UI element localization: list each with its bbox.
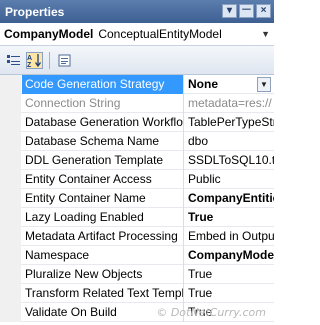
- properties-window-titlebar: Properties ▾ ᅳ ×: [0, 0, 274, 23]
- property-row[interactable]: Entity Container Access Public: [0, 170, 274, 189]
- property-value[interactable]: Embed in Output: [185, 227, 274, 246]
- row-gutter: [0, 151, 21, 170]
- row-gutter: [0, 284, 21, 303]
- property-name[interactable]: Lazy Loading Enabled: [22, 208, 184, 227]
- property-value[interactable]: SSDLToSQL10.tt: [185, 151, 274, 170]
- property-name[interactable]: Namespace: [22, 246, 184, 265]
- property-value[interactable]: True: [185, 265, 274, 284]
- row-gutter: [0, 132, 21, 151]
- row-gutter: [0, 208, 21, 227]
- titlebar-buttons: ▾ ᅳ ×: [222, 4, 271, 18]
- property-name[interactable]: Pluralize New Objects: [22, 265, 184, 284]
- property-grid: Code Generation Strategy None ▼ Connection …: [0, 75, 274, 322]
- row-gutter: [0, 113, 21, 132]
- property-value[interactable]: True: [185, 208, 274, 227]
- row-gutter: [0, 265, 21, 284]
- property-row[interactable]: Pluralize New Objects True: [0, 265, 274, 284]
- window-dropdown-icon[interactable]: ▾: [222, 4, 237, 18]
- toolbar-separator: [49, 51, 50, 69]
- pin-icon[interactable]: ᅳ: [239, 4, 254, 18]
- property-value[interactable]: CompanyEntities: [185, 189, 274, 208]
- chevron-down-icon[interactable]: ▼: [261, 29, 270, 39]
- properties-toolbar: A Z: [0, 46, 274, 75]
- property-row[interactable]: Transform Related Text TemplatesTrue: [0, 284, 274, 303]
- property-value[interactable]: TablePerTypeStrategy: [185, 113, 274, 132]
- window-title: Properties: [5, 4, 65, 19]
- property-value[interactable]: True: [185, 284, 274, 303]
- property-row[interactable]: DDL Generation Template SSDLToSQL10.tt: [0, 151, 274, 170]
- property-name[interactable]: Database Generation Workflow: [22, 113, 184, 132]
- alphabetical-sort-icon[interactable]: A Z: [26, 51, 43, 69]
- property-name[interactable]: Connection String: [22, 94, 184, 113]
- row-gutter: [0, 170, 21, 189]
- property-row[interactable]: Connection String metadata=res://: [0, 94, 274, 113]
- property-row[interactable]: Code Generation Strategy None ▼: [0, 75, 274, 94]
- property-name[interactable]: DDL Generation Template: [22, 151, 184, 170]
- property-name[interactable]: Entity Container Access: [22, 170, 184, 189]
- property-row[interactable]: Database Generation Workflow TablePerType…: [0, 113, 274, 132]
- row-gutter: [0, 246, 21, 265]
- property-value[interactable]: Public: [185, 170, 274, 189]
- property-pages-icon[interactable]: [56, 52, 73, 69]
- property-row[interactable]: Namespace CompanyModel: [0, 246, 274, 265]
- property-name[interactable]: Metadata Artifact Processing: [22, 227, 184, 246]
- property-row[interactable]: Entity Container NameCompanyEntities: [0, 189, 274, 208]
- property-name[interactable]: Entity Container Name: [22, 189, 184, 208]
- watermark: © DotNetCurry.com: [156, 306, 266, 319]
- close-icon[interactable]: ×: [256, 4, 271, 18]
- svg-text:A: A: [27, 55, 32, 62]
- categorized-icon[interactable]: [5, 52, 22, 69]
- svg-text:Z: Z: [27, 62, 32, 68]
- row-gutter: [0, 303, 21, 322]
- property-row[interactable]: Lazy Loading Enabled True: [0, 208, 274, 227]
- property-value[interactable]: CompanyModel: [185, 246, 274, 265]
- property-value[interactable]: dbo: [185, 132, 274, 151]
- property-name[interactable]: Code Generation Strategy: [22, 75, 184, 94]
- row-gutter: [0, 75, 21, 94]
- property-row[interactable]: Metadata Artifact Processing Embed in Out…: [0, 227, 274, 246]
- row-gutter: [0, 94, 21, 113]
- value-dropdown-icon[interactable]: ▼: [257, 77, 271, 92]
- property-value: metadata=res://: [188, 96, 272, 110]
- object-selector[interactable]: CompanyModel ConceptualEntityModel ▼: [0, 23, 274, 46]
- object-name: CompanyModel: [4, 27, 94, 41]
- object-type: ConceptualEntityModel: [98, 27, 222, 41]
- property-row[interactable]: Database Schema Name dbo: [0, 132, 274, 151]
- row-gutter: [0, 227, 21, 246]
- property-name[interactable]: Transform Related Text Templates: [22, 284, 184, 303]
- property-name[interactable]: Database Schema Name: [22, 132, 184, 151]
- row-gutter: [0, 189, 21, 208]
